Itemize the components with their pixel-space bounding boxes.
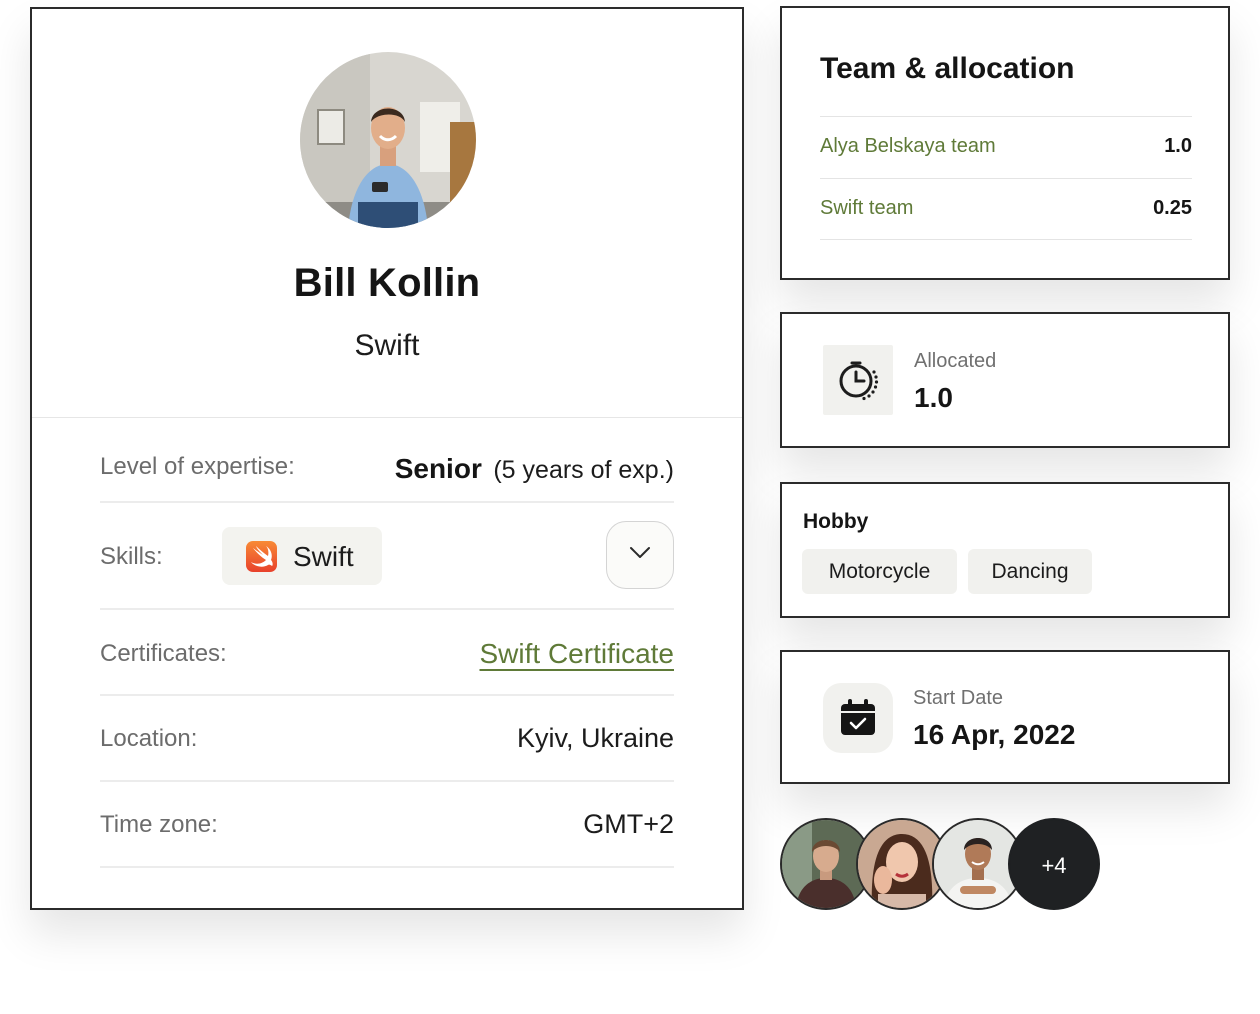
skills-dropdown-button[interactable]	[606, 521, 674, 589]
expertise-row: Level of expertise: Senior (5 years of e…	[100, 417, 674, 503]
certificates-row: Certificates: Swift Certificate	[100, 610, 674, 696]
team-allocation-value: 1.0	[1164, 135, 1192, 157]
expertise-label: Level of expertise:	[100, 453, 295, 480]
allocated-value: 1.0	[914, 382, 953, 413]
team-allocation-value: 0.25	[1153, 197, 1192, 219]
certificate-link[interactable]: Swift Certificate	[480, 638, 675, 670]
expertise-level: Senior	[394, 453, 482, 484]
location-value: Kyiv, Ukraine	[516, 723, 674, 753]
location-row: Location: Kyiv, Ukraine	[100, 696, 674, 782]
team-row[interactable]: Alya Belskaya team 1.0	[820, 116, 1192, 178]
allocated-label: Allocated	[914, 350, 997, 372]
page: Bill Kollin Swift Level of expertise: Se…	[0, 0, 1260, 1014]
swift-logo-icon	[246, 541, 277, 572]
team-members-stack[interactable]: +4	[780, 818, 1110, 912]
team-allocation-card: Team & allocation Alya Belskaya team 1.0…	[780, 6, 1230, 280]
profile-avatar	[300, 52, 476, 228]
skills-row: Skills: Swift	[100, 503, 674, 610]
timezone-value: GMT+2	[583, 809, 674, 839]
chevron-down-icon	[630, 547, 650, 558]
profile-header: Bill Kollin Swift	[32, 9, 742, 418]
location-label: Location:	[100, 725, 198, 752]
timer-icon	[823, 345, 893, 415]
more-members-badge[interactable]: +4	[1008, 818, 1100, 910]
team-allocation-title: Team & allocation	[820, 52, 1075, 85]
skills-label: Skills:	[100, 543, 163, 570]
profile-role: Swift	[354, 329, 420, 362]
hobby-chip[interactable]: Motorcycle	[802, 549, 957, 594]
allocated-card: Allocated 1.0	[780, 312, 1230, 448]
start-date-label: Start Date	[913, 687, 1004, 709]
expertise-years: (5 years of exp.)	[493, 456, 674, 484]
hobby-title: Hobby	[803, 510, 869, 533]
expertise-value: Senior (5 years of exp.)	[395, 453, 674, 485]
skill-chip-label: Swift	[293, 541, 354, 572]
team-name: Alya Belskaya team	[820, 135, 996, 157]
hobby-card: Hobby Motorcycle Dancing	[780, 482, 1230, 618]
timezone-row: Time zone: GMT+2	[100, 782, 674, 868]
start-date-card: Start Date 16 Apr, 2022	[780, 650, 1230, 784]
profile-name: Bill Kollin	[293, 261, 481, 305]
team-row[interactable]: Swift team 0.25	[820, 178, 1192, 240]
team-name: Swift team	[820, 197, 914, 219]
start-date-value: 16 Apr, 2022	[913, 719, 1076, 750]
profile-card: Bill Kollin Swift Level of expertise: Se…	[30, 7, 744, 910]
certificates-label: Certificates:	[100, 640, 227, 667]
timezone-label: Time zone:	[100, 811, 218, 838]
hobby-chip[interactable]: Dancing	[968, 549, 1092, 594]
calendar-check-icon	[823, 683, 893, 753]
skill-chip-swift[interactable]: Swift	[222, 527, 382, 585]
